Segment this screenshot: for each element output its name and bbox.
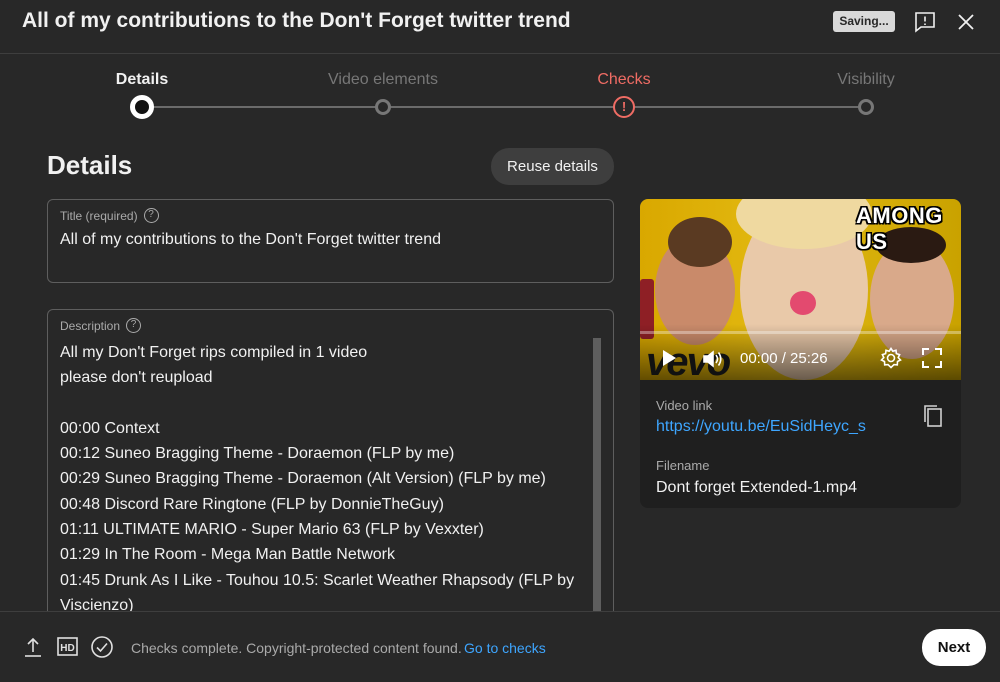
step-details-dot[interactable] (130, 95, 154, 119)
description-line: 01:29 In The Room - Mega Man Battle Netw… (60, 546, 395, 564)
section-title: Details (47, 150, 133, 180)
check-circle-icon[interactable] (91, 636, 113, 658)
video-preview-card: AMONG US vevo 00:00 / 25:26 Video link h… (640, 199, 961, 508)
video-link[interactable]: https://youtu.be/EuSidHeyc_s (656, 418, 866, 436)
thumbnail-hair-left (668, 217, 732, 267)
description-line: 01:45 Drunk As I Like - Touhou 10.5: Sca… (60, 571, 575, 589)
description-label-text: Description (60, 318, 121, 333)
stepper-track (142, 106, 866, 108)
hd-icon[interactable]: HD (57, 637, 78, 656)
description-field-label: Description ? (60, 318, 142, 333)
description-line: 01:11 ULTIMATE MARIO - Super Mario 63 (F… (60, 521, 484, 539)
step-video-elements-dot[interactable] (375, 99, 391, 115)
video-time: 00:00 / 25:26 (740, 350, 828, 367)
description-line: All my Don't Forget rips compiled in 1 v… (60, 344, 368, 361)
fullscreen-icon[interactable] (922, 348, 942, 368)
step-checks[interactable]: Checks (597, 71, 650, 89)
filename-value: Dont forget Extended-1.mp4 (656, 479, 858, 496)
thumbnail-caption: AMONG US (856, 203, 943, 254)
copy-icon[interactable] (922, 404, 944, 428)
description-textarea[interactable]: All my Don't Forget rips compiled in 1 v… (60, 340, 580, 618)
description-line: 00:29 Suneo Bragging Theme - Doraemon (A… (60, 470, 546, 488)
description-line (60, 391, 580, 416)
description-field[interactable]: Description ? All my Don't Forget rips c… (47, 309, 614, 629)
filename-label: Filename (656, 458, 710, 473)
feedback-icon[interactable] (913, 10, 937, 34)
description-line: 00:48 Discord Rare Ringtone (FLP by Donn… (60, 495, 444, 513)
volume-icon[interactable] (702, 349, 724, 369)
settings-icon[interactable] (880, 347, 902, 369)
warning-icon[interactable]: ! (613, 96, 635, 118)
description-scrollbar[interactable] (593, 338, 601, 629)
step-video-elements[interactable]: Video elements (328, 71, 438, 89)
go-to-checks-link[interactable]: Go to checks (464, 640, 546, 656)
close-icon[interactable] (954, 10, 978, 34)
video-link-label: Video link (656, 398, 713, 413)
step-details[interactable]: Details (116, 71, 168, 89)
title-label-text: Title (required) (60, 208, 138, 223)
description-line: please don't reupload (60, 369, 213, 387)
upload-stepper: Details Video elements Checks ! Visibili… (0, 56, 1000, 126)
step-visibility-dot[interactable] (858, 99, 874, 115)
reuse-details-button[interactable]: Reuse details (491, 148, 614, 185)
description-line: 00:00 Context (60, 419, 160, 437)
upload-icon[interactable] (24, 637, 42, 657)
description-line: 00:12 Suneo Bragging Theme - Doraemon (F… (60, 445, 455, 463)
hd-icon-text: HD (60, 643, 74, 654)
title-field[interactable]: Title (required) ? All of my contributio… (47, 199, 614, 283)
thumbnail-mouth (790, 291, 816, 315)
dialog-title: All of my contributions to the Don't For… (22, 9, 571, 32)
help-icon[interactable]: ? (143, 208, 159, 223)
title-input[interactable]: All of my contributions to the Don't For… (60, 231, 441, 249)
saving-badge: Saving... (833, 11, 895, 32)
progress-bar[interactable] (640, 331, 961, 334)
dialog-header: All of my contributions to the Don't For… (0, 0, 1000, 54)
title-field-label: Title (required) ? (60, 208, 159, 223)
checks-status: Checks complete. Copyright-protected con… (131, 640, 462, 656)
step-visibility[interactable]: Visibility (837, 71, 895, 89)
play-icon[interactable] (660, 349, 678, 367)
next-button[interactable]: Next (922, 629, 986, 666)
help-icon[interactable]: ? (126, 318, 142, 333)
video-player[interactable]: AMONG US vevo 00:00 / 25:26 (640, 199, 961, 380)
dialog-footer: HD Checks complete. Copyright-protected … (0, 611, 1000, 682)
